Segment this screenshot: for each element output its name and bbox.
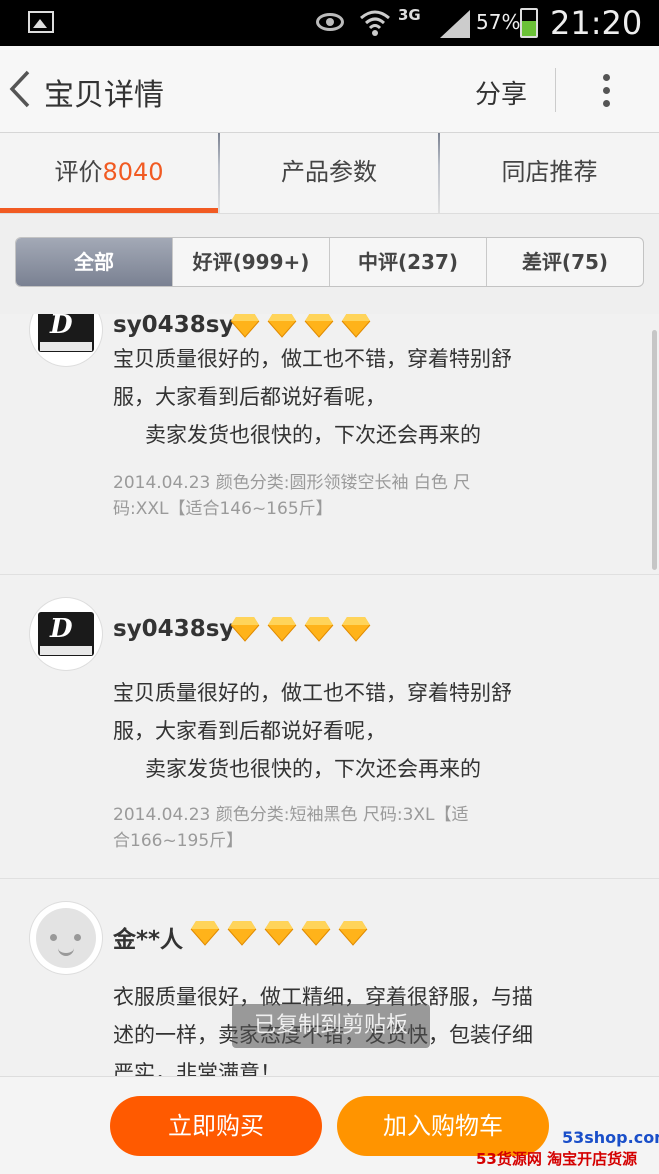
diamond-icon	[230, 617, 260, 642]
review-item: D sy0438sy 宝贝质量很好的，做工也不错，穿着特别舒 服，大家看到后都说…	[0, 314, 659, 575]
review-text-line: 服，大家看到后都说好看呢，	[113, 385, 386, 409]
avatar[interactable]: D	[30, 598, 102, 670]
watermark-url: 53shop.com	[562, 1128, 659, 1147]
review-meta-line: 码:XXL【适合146~165斤】	[113, 499, 333, 519]
reviewer-name: sy0438sy	[113, 616, 235, 642]
tab-store-recommend[interactable]: 同店推荐	[440, 133, 659, 213]
watermark-brand: 53货源网 淘宝开店货源	[476, 1150, 638, 1168]
diamond-rating	[230, 314, 378, 340]
diamond-rating	[230, 616, 378, 644]
more-dot-icon	[603, 87, 610, 94]
diamond-icon	[304, 617, 334, 642]
title-bar: 宝贝详情 分享	[0, 46, 659, 133]
chevron-left-icon	[9, 70, 30, 108]
add-to-cart-button[interactable]: 加入购物车	[337, 1096, 549, 1156]
review-text-line: 服，大家看到后都说好看呢，	[113, 719, 386, 743]
diamond-icon	[190, 921, 220, 946]
back-button[interactable]	[6, 68, 40, 110]
review-text-line: 宝贝质量很好的，做工也不错，穿着特别舒	[113, 347, 512, 371]
default-avatar-icon	[36, 908, 96, 968]
diamond-icon	[267, 314, 297, 338]
diamond-icon	[341, 314, 371, 338]
toast-message: 已复制到剪贴板	[232, 1004, 430, 1048]
page-title: 宝贝详情	[44, 78, 164, 113]
store-logo-icon: D	[38, 314, 94, 352]
eye-icon	[316, 13, 344, 31]
status-bar: 3G 57% 21:20	[0, 0, 659, 46]
reviewer-name: 金**人	[113, 927, 184, 953]
review-text-line: 卖家发货也很快的，下次还会再来的	[145, 757, 481, 781]
network-type-label: 3G	[398, 6, 421, 24]
tab-label: 评价	[54, 158, 103, 186]
more-dot-icon	[603, 100, 610, 107]
battery-percent: 57%	[476, 10, 521, 34]
review-meta-line: 2014.04.23 颜色分类:短袖黑色 尺码:3XL【适	[113, 805, 469, 825]
detail-tabs: 评价8040 产品参数 同店推荐	[0, 133, 659, 214]
review-meta: 2014.04.23 颜色分类:圆形领镂空长袖 白色 尺 码:XXL【适合146…	[113, 470, 553, 522]
filter-all[interactable]: 全部	[16, 238, 173, 286]
signal-icon	[440, 10, 470, 38]
review-filter-bar: 全部 好评(999+) 中评(237) 差评(75)	[0, 214, 659, 314]
scrollbar[interactable]	[652, 330, 657, 570]
diamond-icon	[267, 617, 297, 642]
review-item: D sy0438sy 宝贝质量很好的，做工也不错，穿着特别舒 服，大家看到后都说…	[0, 574, 659, 879]
review-list[interactable]: D sy0438sy 宝贝质量很好的，做工也不错，穿着特别舒 服，大家看到后都说…	[0, 314, 659, 1076]
share-button[interactable]: 分享	[475, 74, 527, 111]
diamond-icon	[264, 921, 294, 946]
more-dot-icon	[603, 74, 610, 81]
buy-now-button[interactable]: 立即购买	[110, 1096, 322, 1156]
review-text-line: 宝贝质量很好的，做工也不错，穿着特别舒	[113, 681, 512, 705]
filter-negative[interactable]: 差评(75)	[487, 238, 643, 286]
review-text-line: 严实，非常满意！	[113, 1061, 281, 1076]
review-text: 宝贝质量很好的，做工也不错，穿着特别舒 服，大家看到后都说好看呢， 卖家发货也很…	[113, 340, 613, 454]
avatar[interactable]: D	[30, 314, 102, 366]
diamond-icon	[230, 314, 260, 338]
battery-icon	[520, 8, 538, 38]
diamond-rating	[190, 920, 375, 948]
filter-neutral[interactable]: 中评(237)	[330, 238, 487, 286]
wifi-icon	[358, 6, 392, 40]
review-text: 宝贝质量很好的，做工也不错，穿着特别舒 服，大家看到后都说好看呢， 卖家发货也很…	[113, 674, 613, 788]
review-meta-line: 2014.04.23 颜色分类:圆形领镂空长袖 白色 尺	[113, 473, 471, 493]
tab-product-params[interactable]: 产品参数	[220, 133, 438, 213]
diamond-icon	[227, 921, 257, 946]
diamond-icon	[301, 921, 331, 946]
store-logo-icon: D	[38, 612, 94, 656]
diamond-icon	[338, 921, 368, 946]
more-menu-button[interactable]	[588, 68, 624, 112]
diamond-icon	[341, 617, 371, 642]
review-count: 8040	[102, 158, 164, 186]
avatar[interactable]	[30, 902, 102, 974]
diamond-icon	[304, 314, 334, 338]
clock: 21:20	[550, 4, 643, 42]
tab-reviews[interactable]: 评价8040	[0, 133, 218, 213]
filter-positive[interactable]: 好评(999+)	[173, 238, 330, 286]
review-filter-segmented: 全部 好评(999+) 中评(237) 差评(75)	[15, 237, 644, 287]
review-meta-line: 合166~195斤】	[113, 831, 244, 851]
review-text-line: 卖家发货也很快的，下次还会再来的	[145, 423, 481, 447]
reviewer-name: sy0438sy	[113, 314, 235, 338]
image-notification-icon	[28, 11, 54, 33]
review-meta: 2014.04.23 颜色分类:短袖黑色 尺码:3XL【适 合166~195斤】	[113, 802, 553, 854]
divider	[555, 68, 556, 112]
